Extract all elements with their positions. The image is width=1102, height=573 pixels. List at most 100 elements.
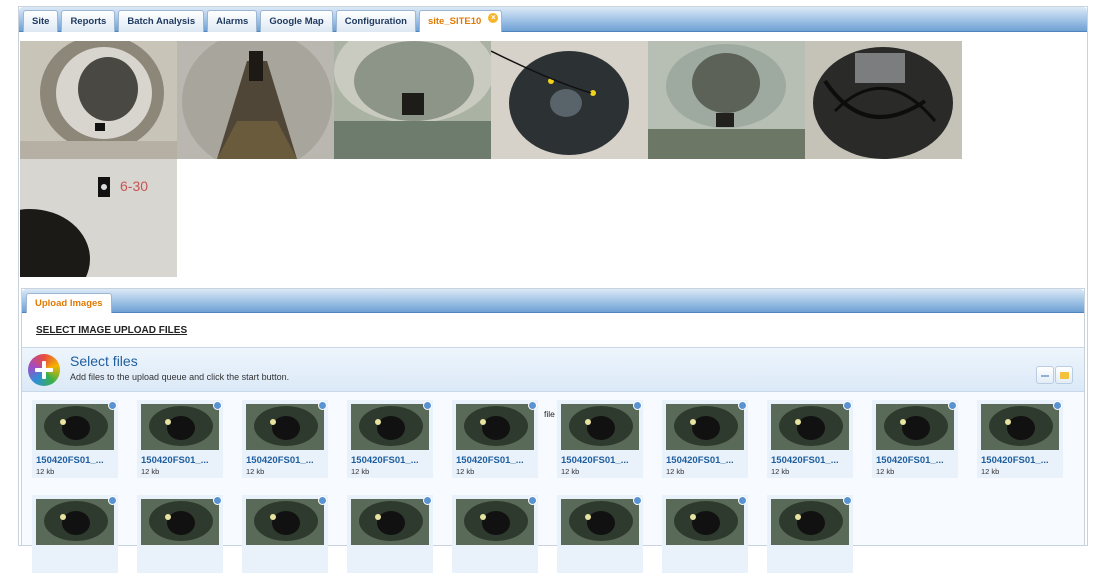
remove-file-icon[interactable] [633, 496, 642, 505]
app-frame: Site Reports Batch Analysis Alarms Googl… [18, 6, 1088, 573]
remove-file-icon[interactable] [738, 401, 747, 410]
file-name: 150420FS01_... [36, 455, 104, 466]
manhole-photo-6 [805, 41, 962, 159]
file-name: 150420FS01_... [141, 455, 209, 466]
remove-file-icon[interactable] [423, 401, 432, 410]
sewer-thumbnail [141, 499, 219, 545]
add-files-icon[interactable] [28, 354, 60, 386]
tab-batch-analysis[interactable]: Batch Analysis [118, 10, 205, 32]
site-photo-6[interactable] [805, 41, 962, 159]
upload-file-item[interactable]: 150420FS01_... 12 kb [872, 400, 958, 478]
pipe-photo-2 [177, 41, 334, 159]
tab-configuration[interactable]: Configuration [335, 10, 416, 32]
file-thumbnail [141, 404, 219, 450]
file-name: 150420FS01_... [456, 455, 524, 466]
upload-file-item[interactable]: 150420FS01_... 12 kb [977, 400, 1063, 478]
tab-site-site10[interactable]: site_SITE10 × [418, 10, 503, 32]
remove-file-icon[interactable] [423, 496, 432, 505]
remove-file-icon[interactable] [318, 496, 327, 505]
remove-file-icon[interactable] [213, 496, 222, 505]
site-photo-3[interactable] [334, 41, 491, 159]
upload-file-item[interactable]: 150420FS01_... 12 kb [557, 400, 643, 478]
file-thumbnail [666, 404, 744, 450]
site-photo-2[interactable] [177, 41, 334, 159]
tab-alarms[interactable]: Alarms [207, 10, 258, 32]
upload-file-item[interactable]: 150420FS01_... 12 kb [347, 400, 433, 478]
remove-file-icon[interactable] [948, 401, 957, 410]
file-thumbnail [351, 499, 429, 545]
file-thumbnail [876, 404, 954, 450]
file-name: 150420FS01_... [771, 455, 839, 466]
remove-file-icon[interactable] [318, 401, 327, 410]
section-title: SELECT IMAGE UPLOAD FILES [36, 325, 188, 336]
site-photo-5[interactable] [648, 41, 805, 159]
file-name: 150420FS01_... [246, 455, 314, 466]
upload-file-item[interactable] [557, 495, 643, 573]
main-tab-bar: Site Reports Batch Analysis Alarms Googl… [19, 7, 1087, 32]
uploader-subtitle: Add files to the upload queue and click … [70, 372, 290, 382]
upload-file-item[interactable]: 150420FS01_... 12 kb [137, 400, 223, 478]
sewer-thumbnail [561, 499, 639, 545]
tab-google-map[interactable]: Google Map [260, 10, 333, 32]
upload-file-item[interactable] [242, 495, 328, 573]
file-name: 150420FS01_... [666, 455, 734, 466]
remove-file-icon[interactable] [108, 496, 117, 505]
site-photo-7[interactable]: 6-30 [20, 159, 177, 277]
file-thumbnail [246, 499, 324, 545]
file-uploader: Select files Add files to the upload que… [22, 347, 1084, 573]
file-name: 150420FS01_... [351, 455, 419, 466]
remove-file-icon[interactable] [1053, 401, 1062, 410]
tab-site[interactable]: Site [23, 10, 59, 32]
upload-file-item[interactable] [452, 495, 538, 573]
tab-site-site10-label: site_SITE10 [427, 16, 482, 27]
site-photo-4[interactable] [491, 41, 648, 159]
upload-file-item[interactable]: 150420FS01_... 12 kb [452, 400, 538, 478]
close-icon[interactable]: × [488, 13, 499, 23]
wall-marking-text: 6-30 [120, 178, 148, 194]
sewer-thumbnail [666, 499, 744, 545]
file-thumbnail [36, 404, 114, 450]
file-thumbnail [36, 499, 114, 545]
remove-file-icon[interactable] [528, 496, 537, 505]
sewer-thumbnail [351, 404, 429, 450]
folder-icon[interactable] [1055, 366, 1073, 384]
file-name: 150420FS01_... [876, 455, 944, 466]
tab-reports[interactable]: Reports [61, 10, 116, 32]
manhole-photo-4 [491, 41, 648, 159]
remove-file-icon[interactable] [528, 401, 537, 410]
file-size: 12 kb [876, 467, 895, 476]
manhole-photo-1 [20, 41, 177, 159]
file-label: file [544, 409, 555, 419]
upload-file-item[interactable] [32, 495, 118, 573]
upload-file-item[interactable] [137, 495, 223, 573]
upload-file-item[interactable]: 150420FS01_... 12 kb [32, 400, 118, 478]
file-thumbnail [456, 404, 534, 450]
file-thumbnail [246, 404, 324, 450]
file-thumbnail [561, 404, 639, 450]
remove-file-icon[interactable] [633, 401, 642, 410]
file-size: 12 kb [36, 467, 55, 476]
remove-file-icon[interactable] [843, 401, 852, 410]
upload-file-item[interactable]: 150420FS01_... 12 kb [662, 400, 748, 478]
remove-file-icon[interactable] [108, 401, 117, 410]
file-thumbnail [561, 499, 639, 545]
remove-file-icon[interactable] [213, 401, 222, 410]
tab-upload-images[interactable]: Upload Images [26, 293, 112, 313]
upload-file-item[interactable] [767, 495, 853, 573]
sewer-thumbnail [981, 404, 1059, 450]
file-size: 12 kb [561, 467, 580, 476]
upload-tab-bar: Upload Images [22, 289, 1084, 313]
remove-file-icon[interactable] [738, 496, 747, 505]
upload-file-item[interactable] [347, 495, 433, 573]
upload-file-item[interactable]: 150420FS01_... 12 kb [767, 400, 853, 478]
sewer-thumbnail [666, 404, 744, 450]
remove-file-icon[interactable] [843, 496, 852, 505]
file-thumbnail [141, 499, 219, 545]
minus-icon[interactable] [1036, 366, 1054, 384]
file-name: 150420FS01_... [561, 455, 629, 466]
sewer-thumbnail [351, 499, 429, 545]
site-photo-1[interactable] [20, 41, 177, 159]
upload-file-item[interactable] [662, 495, 748, 573]
upload-file-item[interactable]: 150420FS01_... 12 kb [242, 400, 328, 478]
file-thumbnail [981, 404, 1059, 450]
